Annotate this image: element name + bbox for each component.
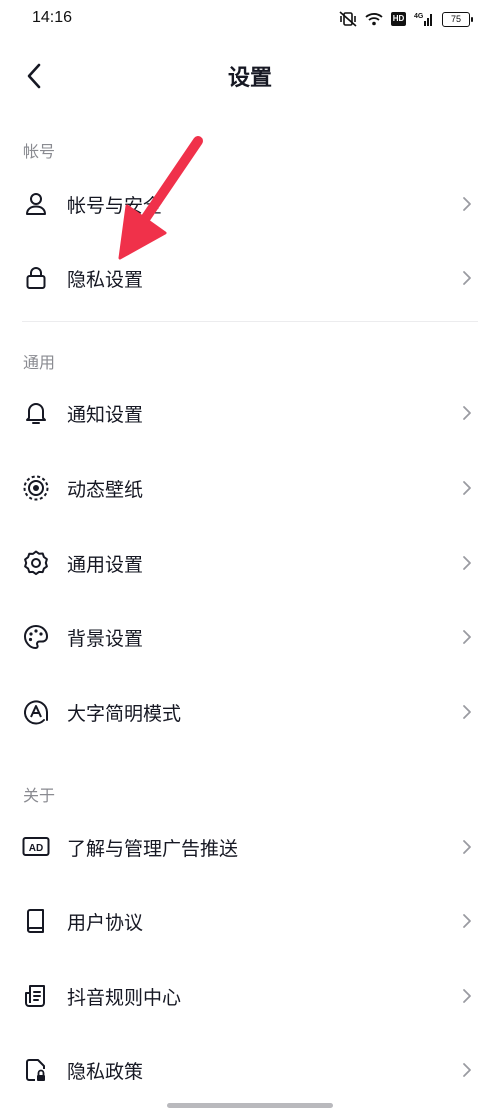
settings-item-label: 帐号与安全: [67, 194, 163, 217]
chevron-right-icon: [462, 268, 476, 288]
wifi-icon: [365, 12, 383, 26]
settings-item-label: 背景设置: [67, 627, 144, 650]
chevron-right-icon: [462, 986, 476, 1006]
gear-icon: [22, 549, 50, 577]
home-indicator[interactable]: [167, 1103, 333, 1108]
settings-item-label: 通知设置: [67, 403, 144, 426]
live-wallpaper-icon: [22, 474, 50, 502]
settings-item-label: 大字简明模式: [67, 702, 182, 725]
settings-item-notifications[interactable]: 通知设置: [0, 376, 500, 450]
settings-item-large-font-mode[interactable]: 大字简明模式: [0, 675, 500, 749]
settings-item-privacy-settings[interactable]: 隐私设置: [0, 241, 500, 315]
status-time: 14:16: [32, 9, 73, 26]
nav-bar: 设置: [0, 40, 500, 112]
bell-icon: [22, 399, 50, 427]
book-icon: [22, 907, 50, 935]
settings-item-live-wallpaper[interactable]: 动态壁纸: [0, 451, 500, 525]
battery-icon: 75: [442, 11, 473, 27]
status-icons: HD 4G 75: [339, 10, 473, 28]
settings-item-label: 隐私设置: [67, 268, 144, 291]
document-icon: [22, 982, 50, 1010]
chevron-right-icon: [462, 837, 476, 857]
lock-icon: [22, 264, 50, 292]
settings-item-account-security[interactable]: 帐号与安全: [0, 167, 500, 241]
chevron-right-icon: [462, 627, 476, 647]
hd-badge: HD: [391, 12, 406, 26]
section-divider: [22, 321, 478, 322]
network-type: 4G: [414, 13, 424, 20]
settings-item-user-agreement[interactable]: 用户协议: [0, 884, 500, 958]
chevron-right-icon: [462, 403, 476, 423]
page-title: 设置: [227, 66, 272, 91]
privacy-policy-icon: [22, 1056, 50, 1084]
ad-icon-text: AD: [29, 843, 43, 854]
settings-item-label: 隐私政策: [67, 1060, 144, 1083]
cellular-signal-icon: 4G: [414, 11, 434, 27]
settings-item-label: 动态壁纸: [67, 478, 144, 501]
large-font-icon: [22, 698, 50, 726]
chevron-right-icon: [462, 194, 476, 214]
ad-icon: AD: [22, 833, 50, 861]
chevron-right-icon: [462, 478, 476, 498]
settings-item-rules-center[interactable]: 抖音规则中心: [0, 959, 500, 1033]
settings-item-label: 通用设置: [67, 553, 144, 576]
section-header-account: 帐号: [23, 142, 56, 161]
settings-item-general-settings[interactable]: 通用设置: [0, 526, 500, 600]
chevron-right-icon: [462, 911, 476, 931]
settings-item-ad-management[interactable]: AD 了解与管理广告推送: [0, 810, 500, 884]
settings-item-label: 了解与管理广告推送: [67, 837, 239, 860]
chevron-right-icon: [462, 702, 476, 722]
palette-icon: [22, 623, 50, 651]
settings-item-background[interactable]: 背景设置: [0, 600, 500, 674]
settings-item-privacy-policy[interactable]: 隐私政策: [0, 1033, 500, 1107]
section-header-general: 通用: [23, 353, 56, 372]
settings-item-label: 用户协议: [67, 911, 144, 934]
chevron-right-icon: [462, 553, 476, 573]
settings-item-label: 抖音规则中心: [67, 986, 182, 1009]
mute-vibrate-icon: [339, 11, 357, 27]
chevron-right-icon: [462, 1060, 476, 1080]
user-icon: [22, 190, 50, 218]
status-bar: 14:16 HD 4G 75: [0, 0, 500, 40]
section-header-about: 关于: [23, 786, 56, 805]
